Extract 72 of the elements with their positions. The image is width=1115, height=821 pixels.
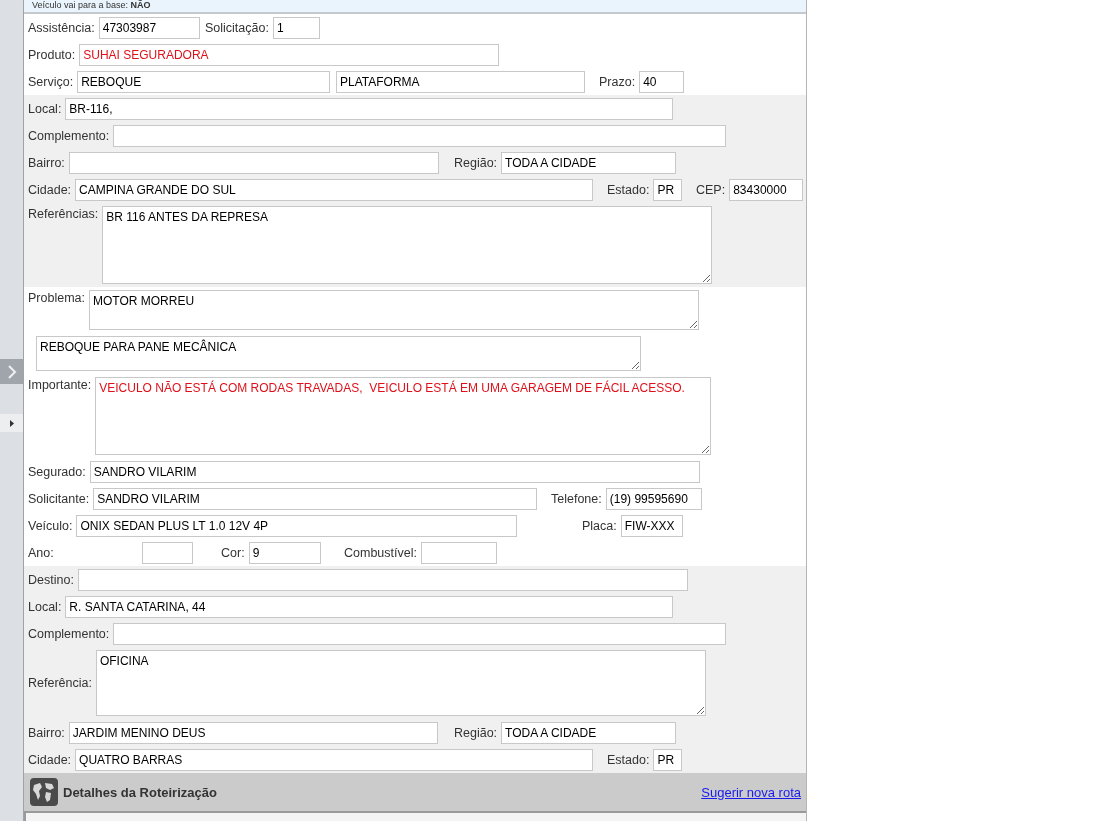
- input-field[interactable]: PLATAFORMA: [336, 70, 585, 93]
- banner-text: Veículo vai para a base: NÃO: [24, 0, 806, 14]
- field-label: Serviço:: [28, 74, 74, 89]
- section-title: Detalhes da Roteirização: [63, 784, 218, 800]
- field-label: Bairro:: [28, 725, 65, 740]
- input-field[interactable]: [68, 151, 439, 174]
- field-label: Local:: [28, 599, 62, 614]
- input-field[interactable]: R. SANTA CATARINA, 44: [65, 595, 673, 618]
- input-field[interactable]: SUHAI SEGURADORA: [79, 43, 499, 66]
- input-field[interactable]: PR: [653, 178, 682, 201]
- field-label: Cidade:: [28, 182, 72, 197]
- globe-icon: [30, 778, 58, 806]
- field-label: Complemento:: [28, 626, 110, 641]
- field-label: Produto:: [28, 47, 76, 62]
- field-label: Estado:: [607, 752, 650, 767]
- field-label: Bairro:: [28, 155, 65, 170]
- field-label: Cor:: [221, 545, 245, 560]
- input-field[interactable]: SANDRO VILARIM: [93, 487, 537, 510]
- field-label: Região:: [454, 155, 498, 170]
- field-label: Estado:: [607, 182, 650, 197]
- text-area[interactable]: MOTOR MORREU: [89, 290, 699, 330]
- text-area[interactable]: BR 116 ANTES DA REPRESA: [102, 206, 712, 284]
- field-label: Telefone:: [551, 491, 602, 506]
- field-label: Placa:: [582, 518, 617, 533]
- field-label: Complemento:: [28, 128, 110, 143]
- field-label: Assistência:: [28, 20, 95, 35]
- input-field[interactable]: QUATRO BARRAS: [75, 748, 593, 771]
- field-label: Referência:: [28, 676, 92, 690]
- field-label: Região:: [454, 725, 498, 740]
- field-label: Segurado:: [28, 464, 86, 479]
- field-label: Referências:: [28, 207, 99, 221]
- input-field[interactable]: (19) 99595690: [605, 487, 702, 510]
- toggle-button[interactable]: [0, 414, 23, 432]
- input-field[interactable]: 9: [248, 541, 321, 564]
- expand-button[interactable]: [0, 359, 23, 384]
- input-field[interactable]: TODA A CIDADE: [501, 151, 676, 174]
- input-field[interactable]: 47303987: [98, 16, 200, 39]
- suggest-route-link[interactable]: Sugerir nova rota: [701, 784, 801, 800]
- input-field[interactable]: [113, 622, 726, 645]
- input-field[interactable]: JARDIM MENINO DEUS: [68, 721, 438, 744]
- input-field[interactable]: 40: [639, 70, 684, 93]
- input-field[interactable]: SANDRO VILARIM: [89, 460, 700, 483]
- input-field[interactable]: CAMPINA GRANDE DO SUL: [75, 178, 593, 201]
- input-field[interactable]: [420, 541, 497, 564]
- input-field[interactable]: REBOQUE: [77, 70, 330, 93]
- field-label: Prazo:: [599, 74, 636, 89]
- input-field[interactable]: 1: [272, 16, 320, 39]
- field-label: Destino:: [28, 572, 74, 587]
- text-area[interactable]: REBOQUE PARA PANE MECÂNICA: [36, 336, 641, 371]
- input-field[interactable]: 83430000: [729, 178, 803, 201]
- input-field[interactable]: [77, 568, 688, 591]
- input-field[interactable]: [142, 541, 193, 564]
- field-label: CEP:: [696, 182, 726, 197]
- field-label: Cidade:: [28, 752, 72, 767]
- field-label: Solicitante:: [28, 491, 90, 506]
- text-area[interactable]: OFICINA: [95, 650, 706, 716]
- input-field[interactable]: ONIX SEDAN PLUS LT 1.0 12V 4P: [76, 514, 517, 537]
- field-label: Veículo:: [28, 518, 73, 533]
- input-field[interactable]: TODA A CIDADE: [501, 721, 676, 744]
- field-label: Problema:: [28, 291, 85, 305]
- field-label: Local:: [28, 101, 62, 116]
- triangle-right-icon: [9, 419, 14, 427]
- input-field[interactable]: [113, 124, 726, 147]
- field-label: Importante:: [28, 378, 92, 392]
- field-label: Solicitação:: [205, 20, 269, 35]
- text-area[interactable]: VEICULO NÃO ESTÁ COM RODAS TRAVADAS, VEICULO ESTÁ EM UMA GARAGEM DE FÁCIL ACESSO.: [95, 377, 711, 455]
- input-field[interactable]: FIW-XXX: [620, 514, 683, 537]
- input-field[interactable]: PR: [653, 748, 682, 771]
- chevron-right-icon: [6, 364, 17, 379]
- input-field[interactable]: BR-116,: [65, 97, 673, 120]
- field-label: Ano:: [28, 545, 54, 560]
- field-label: Combustível:: [344, 545, 417, 560]
